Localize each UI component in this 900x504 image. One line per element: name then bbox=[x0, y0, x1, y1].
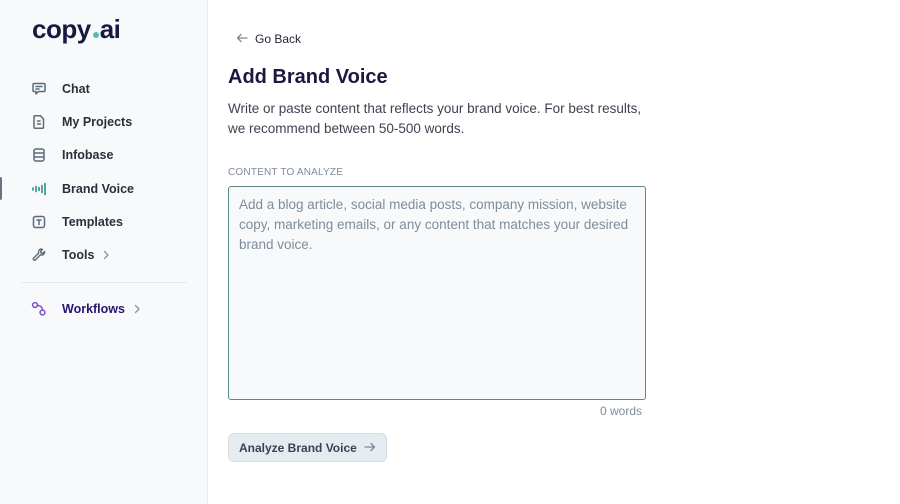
logo-dot bbox=[92, 32, 99, 38]
app-root: copy ai Chat My Projects Infobase Brand … bbox=[0, 0, 900, 504]
go-back-label: Go Back bbox=[255, 31, 302, 46]
sidebar-nav: Chat My Projects Infobase Brand Voice Te… bbox=[0, 72, 207, 326]
database-icon bbox=[31, 147, 47, 163]
sidebar-item-label: Infobase bbox=[62, 148, 114, 163]
sidebar-item-my-projects[interactable]: My Projects bbox=[0, 105, 207, 138]
workflow-icon bbox=[31, 301, 47, 317]
analyze-button-label: Analyze Brand Voice bbox=[239, 440, 357, 455]
logo-text-copy: copy bbox=[32, 14, 91, 44]
sidebar-item-templates[interactable]: Templates bbox=[0, 205, 207, 238]
chevron-right-icon bbox=[102, 250, 110, 260]
sidebar-item-label: Brand Voice bbox=[62, 181, 135, 196]
sidebar: copy ai Chat My Projects Infobase Brand … bbox=[0, 0, 208, 504]
logo-text-ai: ai bbox=[99, 14, 121, 44]
word-count: 0 words bbox=[599, 404, 642, 418]
sidebar-item-label: Templates bbox=[62, 214, 123, 229]
page-title: Add Brand Voice bbox=[228, 66, 388, 88]
template-icon bbox=[31, 214, 47, 230]
sidebar-item-chat[interactable]: Chat bbox=[0, 72, 207, 105]
arrow-right-icon bbox=[364, 441, 376, 455]
chat-icon bbox=[31, 81, 47, 97]
sidebar-item-brand-voice[interactable]: Brand Voice bbox=[0, 172, 207, 205]
sidebar-item-label: Tools bbox=[62, 248, 95, 263]
copyai-logo[interactable]: copy ai bbox=[32, 14, 121, 45]
wrench-icon bbox=[31, 247, 47, 263]
content-to-analyze-input[interactable] bbox=[228, 186, 646, 400]
soundwave-icon bbox=[31, 181, 47, 197]
sidebar-item-workflows[interactable]: Workflows bbox=[0, 293, 207, 326]
sidebar-item-label: Chat bbox=[62, 81, 90, 96]
sidebar-divider bbox=[22, 281, 187, 283]
arrow-left-icon bbox=[236, 31, 248, 46]
go-back-link[interactable]: Go Back bbox=[236, 31, 301, 46]
file-icon bbox=[31, 114, 47, 130]
sidebar-item-infobase[interactable]: Infobase bbox=[0, 139, 207, 172]
sidebar-item-label: My Projects bbox=[62, 114, 133, 129]
analyze-brand-voice-button[interactable]: Analyze Brand Voice bbox=[228, 433, 387, 462]
content-field-label: CONTENT TO ANALYZE bbox=[228, 167, 344, 178]
sidebar-item-label: Workflows bbox=[62, 302, 125, 317]
page-description: Write or paste content that reflects you… bbox=[228, 101, 642, 136]
sidebar-item-tools[interactable]: Tools bbox=[0, 238, 207, 271]
chevron-right-icon bbox=[133, 304, 141, 314]
